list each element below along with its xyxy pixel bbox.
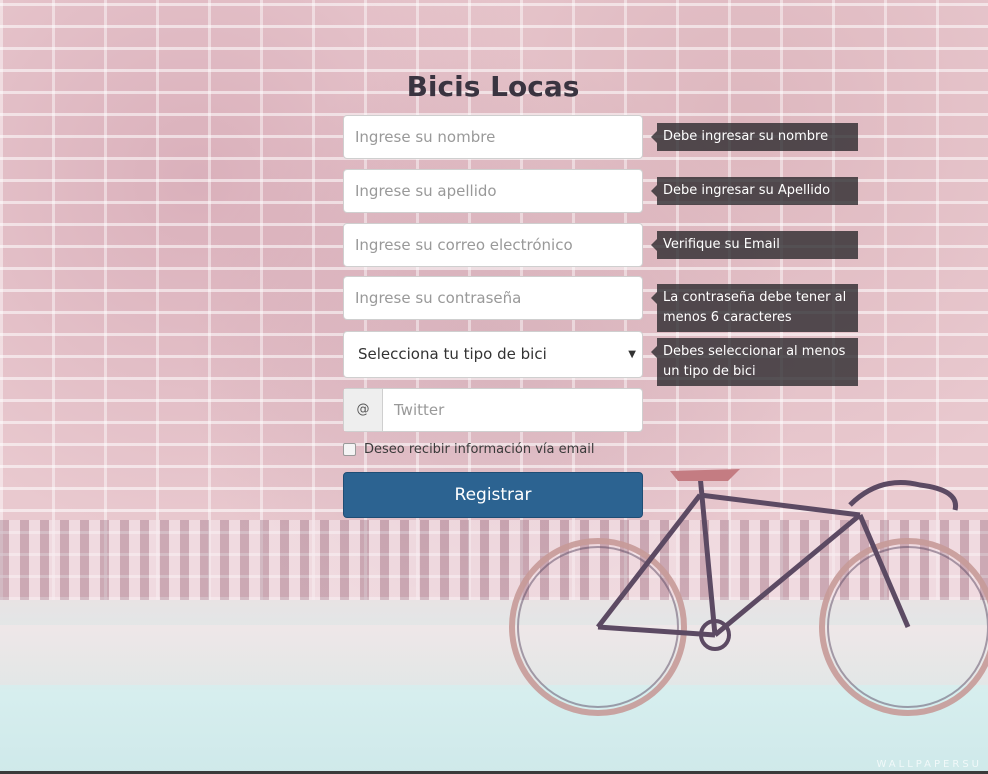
password-placeholder: Ingrese su contraseña (355, 289, 522, 307)
newsletter-row: Deseo recibir información vía email (343, 442, 595, 457)
password-error-text: La contraseña debe tener al menos 6 cara… (663, 290, 847, 325)
newsletter-label: Deseo recibir información vía email (364, 442, 595, 457)
password-error-tooltip: La contraseña debe tener al menos 6 cara… (651, 284, 858, 332)
name-input[interactable]: Ingrese su nombre (343, 115, 643, 159)
name-placeholder: Ingrese su nombre (355, 128, 496, 146)
lastname-error-text: Debe ingresar su Apellido (663, 183, 831, 198)
twitter-placeholder: Twitter (394, 401, 445, 419)
lastname-error-tooltip: Debe ingresar su Apellido (651, 177, 858, 205)
register-button[interactable]: Registrar (343, 472, 643, 518)
at-sign-addon: @ (344, 389, 383, 431)
bike-type-error-text: Debes seleccionar al menos un tipo de bi… (663, 344, 846, 379)
email-input[interactable]: Ingrese su correo electrónico (343, 223, 643, 267)
lastname-input[interactable]: Ingrese su apellido (343, 169, 643, 213)
bike-type-select[interactable]: Selecciona tu tipo de bici ▼ (343, 331, 643, 378)
watermark: WALLPAPERSU (876, 759, 982, 770)
email-error-tooltip: Verifique su Email (651, 231, 858, 259)
bike-type-error-tooltip: Debes seleccionar al menos un tipo de bi… (651, 338, 858, 386)
twitter-input-group[interactable]: @ Twitter (343, 388, 643, 432)
newsletter-checkbox[interactable] (343, 443, 356, 456)
email-placeholder: Ingrese su correo electrónico (355, 236, 573, 254)
name-error-tooltip: Debe ingresar su nombre (651, 123, 858, 151)
email-error-text: Verifique su Email (663, 237, 780, 252)
name-error-text: Debe ingresar su nombre (663, 129, 829, 144)
bike-type-selected: Selecciona tu tipo de bici (358, 345, 547, 363)
page-title: Bicis Locas (406, 70, 580, 103)
caret-down-icon: ▼ (628, 349, 636, 360)
lastname-placeholder: Ingrese su apellido (355, 182, 497, 200)
password-input[interactable]: Ingrese su contraseña (343, 276, 643, 320)
